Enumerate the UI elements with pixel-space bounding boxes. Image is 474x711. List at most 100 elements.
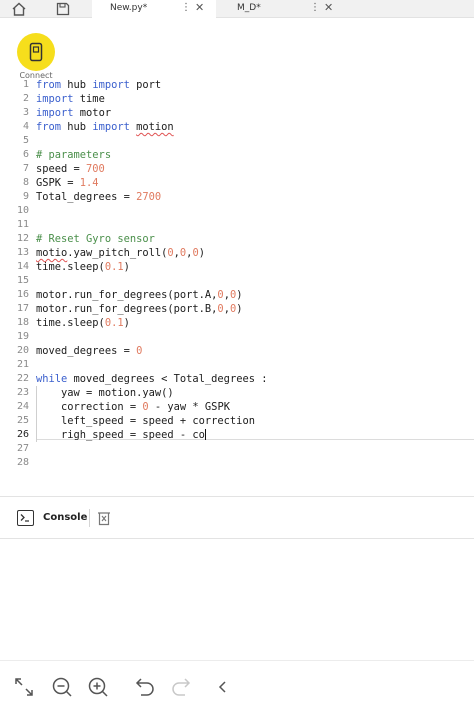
code-token: correction =: [36, 401, 143, 413]
terminal-icon[interactable]: [17, 510, 34, 526]
line-number: 16: [16, 289, 29, 300]
indent-guide: [36, 386, 37, 442]
zoom-in-icon[interactable]: [86, 675, 110, 699]
code-token: 0.1: [104, 317, 124, 329]
code-line[interactable]: 9 Total_degrees = 2700: [0, 190, 474, 204]
line-number: 19: [16, 331, 29, 342]
tab-new-py[interactable]: New.py* ⋮ ✕: [92, 0, 216, 18]
line-number: 3: [22, 107, 29, 118]
undo-icon[interactable]: [133, 675, 157, 699]
code-line[interactable]: 8 GSPK = 1.4: [0, 176, 474, 190]
code-text: # Reset Gyro sensor: [36, 232, 155, 246]
code-token: righ_speed = speed - co: [36, 429, 205, 441]
line-number: 18: [16, 317, 29, 328]
code-token: port: [136, 79, 162, 91]
code-line[interactable]: 14 time.sleep(0.1): [0, 260, 474, 274]
code-line[interactable]: 24 correction = 0 - yaw * GSPK: [0, 400, 474, 414]
code-token: from: [36, 121, 68, 133]
code-text: motor.run_for_degrees(port.B,0,0): [36, 302, 242, 316]
home-icon[interactable]: [8, 0, 30, 18]
code-line[interactable]: 4 from hub import motion: [0, 120, 474, 134]
code-token: motion: [136, 121, 174, 133]
line-number: 13: [16, 247, 29, 258]
code-token: .yaw_pitch_roll(: [67, 247, 168, 259]
line-number: 22: [16, 373, 29, 384]
line-number: 5: [22, 135, 29, 146]
code-text: time.sleep(0.1): [36, 260, 130, 274]
code-line[interactable]: 12 # Reset Gyro sensor: [0, 232, 474, 246]
code-token: motor.run_for_degrees(port.A,: [36, 289, 218, 301]
line-number: 10: [16, 205, 29, 216]
code-token: 0: [136, 345, 143, 357]
code-line[interactable]: 26 righ_speed = speed - co: [0, 428, 474, 442]
code-text: time.sleep(0.1): [36, 316, 130, 330]
close-icon[interactable]: ✕: [324, 1, 333, 14]
close-icon[interactable]: ✕: [195, 1, 204, 14]
code-token: import: [92, 79, 137, 91]
code-token: - yaw * GSPK: [148, 401, 230, 413]
clear-console-icon[interactable]: [97, 510, 111, 526]
fullscreen-icon[interactable]: [12, 675, 36, 699]
console-bar: Console: [0, 496, 474, 539]
code-line[interactable]: 27: [0, 442, 474, 456]
redo-icon[interactable]: [169, 675, 193, 699]
connect-button[interactable]: [17, 33, 55, 71]
code-text: motio.yaw_pitch_roll(0,0,0): [36, 246, 205, 260]
tab-menu-icon[interactable]: ⋮: [310, 2, 320, 13]
code-line[interactable]: 22 while moved_degrees < Total_degrees :: [0, 372, 474, 386]
line-number: 8: [22, 177, 29, 188]
code-token: import: [36, 107, 80, 119]
code-token: # Reset Gyro sensor: [36, 233, 155, 245]
console-label[interactable]: Console: [43, 512, 87, 523]
code-line[interactable]: 7 speed = 700: [0, 162, 474, 176]
code-line[interactable]: 21: [0, 358, 474, 372]
save-icon[interactable]: [52, 0, 74, 18]
code-text: righ_speed = speed - co: [36, 428, 206, 442]
code-token: from: [36, 79, 68, 91]
code-token: moved_degrees =: [36, 345, 137, 357]
code-token: import: [36, 93, 80, 105]
code-line[interactable]: 10: [0, 204, 474, 218]
chevron-left-icon[interactable]: [211, 675, 235, 699]
code-token: ): [123, 261, 130, 273]
tab-menu-icon[interactable]: ⋮: [181, 2, 191, 13]
code-line[interactable]: 1 from hub import port: [0, 78, 474, 92]
code-line[interactable]: 23 yaw = motion.yaw(): [0, 386, 474, 400]
code-text: left_speed = speed + correction: [36, 414, 255, 428]
code-line[interactable]: 2 import time: [0, 92, 474, 106]
code-editor[interactable]: 1 from hub import port 2 import time 3 import…: [0, 77, 474, 489]
code-token: time.sleep(: [36, 317, 105, 329]
zoom-out-icon[interactable]: [50, 675, 74, 699]
code-line[interactable]: 17 motor.run_for_degrees(port.B,0,0): [0, 302, 474, 316]
code-line[interactable]: 3 import motor: [0, 106, 474, 120]
line-number: 17: [16, 303, 29, 314]
tab-label: M_D*: [237, 3, 261, 13]
code-token: hub: [67, 79, 93, 91]
code-line[interactable]: 19: [0, 330, 474, 344]
line-number: 15: [16, 275, 29, 286]
code-line[interactable]: 5: [0, 134, 474, 148]
hub-icon: [29, 42, 43, 62]
code-line[interactable]: 25 left_speed = speed + correction: [0, 414, 474, 428]
code-token: ): [236, 303, 243, 315]
code-token: import: [92, 121, 137, 133]
divider: [89, 509, 90, 527]
code-line[interactable]: 16 motor.run_for_degrees(port.A,0,0): [0, 288, 474, 302]
line-number: 21: [16, 359, 29, 370]
code-token: while: [36, 373, 74, 385]
code-text: moved_degrees = 0: [36, 344, 142, 358]
code-token: moved_degrees < Total_degrees :: [73, 373, 268, 385]
code-line[interactable]: 18 time.sleep(0.1): [0, 316, 474, 330]
code-line[interactable]: 11: [0, 218, 474, 232]
code-token: 0.1: [104, 261, 124, 273]
code-line[interactable]: 20 moved_degrees = 0: [0, 344, 474, 358]
code-line[interactable]: 15: [0, 274, 474, 288]
line-number: 9: [22, 191, 29, 202]
line-number: 2: [22, 93, 29, 104]
code-text: GSPK = 1.4: [36, 176, 99, 190]
line-number: 20: [16, 345, 29, 356]
code-line[interactable]: 28: [0, 456, 474, 470]
code-line[interactable]: 13 motio.yaw_pitch_roll(0,0,0): [0, 246, 474, 260]
code-line[interactable]: 6 # parameters: [0, 148, 474, 162]
tab-m-d[interactable]: M_D* ⋮ ✕: [220, 0, 340, 18]
